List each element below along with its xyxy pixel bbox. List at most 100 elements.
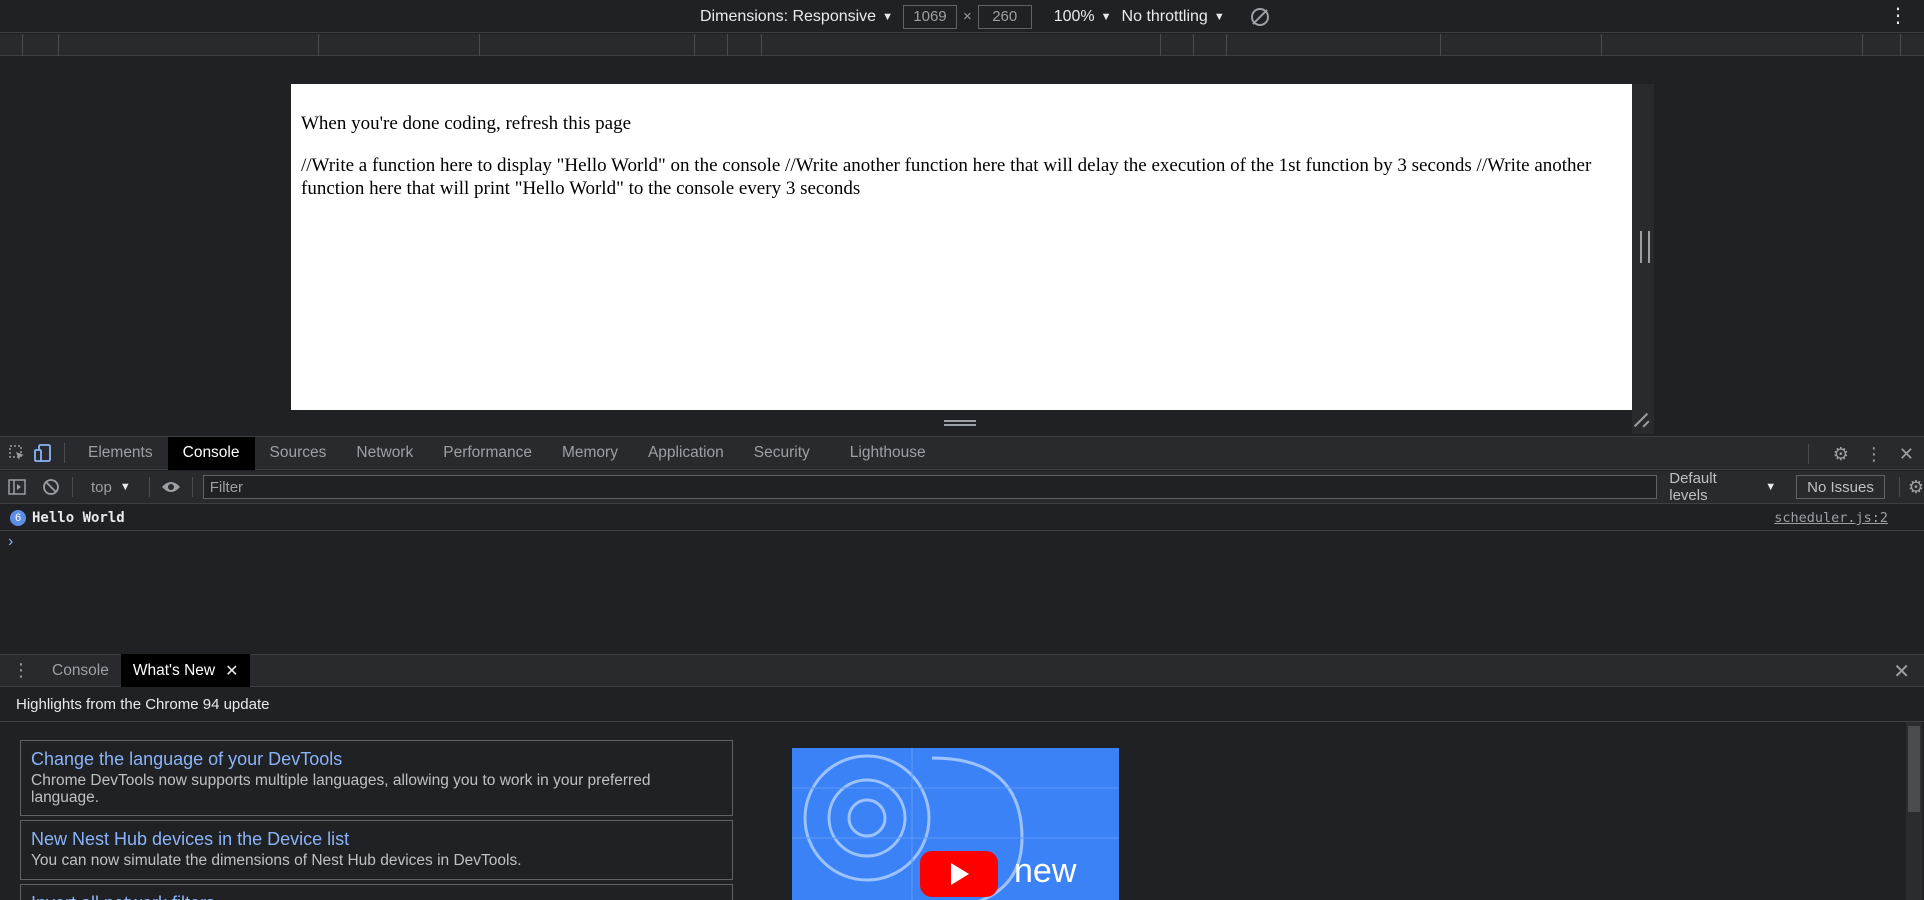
width-input[interactable]: 1069 — [902, 4, 957, 29]
tab-lighthouse[interactable]: Lighthouse — [835, 437, 941, 470]
console-message: 6 Hello World scheduler.js:2 — [0, 505, 1924, 531]
tab-console[interactable]: Console — [167, 436, 255, 470]
zoom-dropdown[interactable]: 100% ▼ — [1054, 8, 1112, 26]
ruler-segment[interactable] — [1193, 34, 1194, 56]
close-devtools-icon[interactable]: ✕ — [1899, 444, 1914, 465]
toolbar-divider — [148, 477, 150, 497]
feature-card-desc: Chrome DevTools now supports multiple la… — [31, 772, 651, 806]
filter-input[interactable]: Filter — [202, 475, 1658, 499]
more-options-icon[interactable]: ⋮ — [1865, 444, 1883, 465]
feature-card-title[interactable]: New Nest Hub devices in the Device list — [31, 828, 722, 850]
youtube-play-icon[interactable] — [920, 851, 998, 897]
ruler-segment[interactable] — [694, 34, 695, 56]
resize-handle-bottom[interactable] — [944, 420, 976, 426]
dimensions-dropdown[interactable]: Dimensions: Responsive ▼ — [700, 8, 893, 26]
video-title-text: new — [1014, 852, 1077, 890]
console-messages: 6 Hello World scheduler.js:2 › — [0, 505, 1924, 653]
toolbar-divider — [1898, 477, 1900, 497]
clear-console-icon[interactable] — [38, 474, 64, 500]
log-levels-label: Default levels — [1669, 470, 1717, 504]
ruler-segment[interactable] — [727, 34, 728, 56]
ruler-segment[interactable] — [1160, 34, 1161, 56]
feature-card-desc: You can now simulate the dimensions of N… — [31, 852, 522, 869]
ruler-segment[interactable] — [1440, 34, 1441, 56]
source-link[interactable]: scheduler.js:2 — [1774, 510, 1888, 526]
scrollbar-thumb[interactable] — [1908, 726, 1920, 812]
tab-sources[interactable]: Sources — [255, 437, 342, 470]
zoom-label: 100% — [1053, 7, 1095, 25]
ruler-segment[interactable] — [479, 34, 480, 56]
toolbar-divider — [1807, 444, 1809, 464]
tab-application[interactable]: Application — [633, 437, 739, 470]
feature-card-title[interactable]: Invert all network filters — [31, 892, 722, 900]
tab-elements[interactable]: Elements — [73, 437, 168, 470]
drawer-tab-console[interactable]: Console — [40, 654, 121, 687]
drawer-menu-icon[interactable]: ⋮ — [12, 660, 30, 681]
ruler-segment[interactable] — [318, 34, 319, 56]
device-toolbar: Dimensions: Responsive ▼ 1069 × 260 100%… — [0, 0, 1924, 33]
context-label: top — [90, 478, 112, 496]
dimension-separator: × — [962, 8, 972, 25]
feature-card[interactable]: New Nest Hub devices in the Device list … — [20, 820, 733, 880]
tab-performance[interactable]: Performance — [428, 437, 547, 470]
device-toolbar-controls: Dimensions: Responsive ▼ 1069 × 260 100%… — [700, 0, 1269, 33]
feature-card[interactable]: Invert all network filters — [20, 884, 733, 900]
devtools-tabbar: Elements Console Sources Network Perform… — [0, 436, 1924, 470]
whats-new-video-thumbnail[interactable]: new — [792, 748, 1119, 900]
ruler-segment[interactable] — [1862, 34, 1863, 56]
throttling-label: No throttling — [1121, 7, 1208, 25]
caret-down-icon: ▼ — [1100, 10, 1112, 23]
toolbar-divider — [64, 443, 65, 463]
feature-card-title[interactable]: Change the language of your DevTools — [31, 748, 722, 770]
whats-new-heading: Highlights from the Chrome 94 update — [0, 688, 1924, 722]
tab-network[interactable]: Network — [341, 437, 428, 470]
inspect-element-icon[interactable] — [4, 440, 30, 466]
drawer-tabbar: ⋮ Console What's New ✕ ✕ — [0, 654, 1924, 687]
ruler-segment[interactable] — [1226, 34, 1227, 56]
caret-down-icon: ▼ — [882, 10, 893, 23]
issues-button[interactable]: No Issues — [1796, 475, 1885, 499]
more-options-icon[interactable]: ⋮ — [1888, 6, 1908, 26]
caret-down-icon: ▼ — [119, 481, 131, 493]
feature-card[interactable]: Change the language of your DevTools Chr… — [20, 740, 733, 816]
emulated-page: When you're done coding, refresh this pa… — [291, 84, 1632, 410]
device-toggle-icon[interactable] — [30, 440, 56, 466]
context-selector[interactable]: top ▼ — [81, 479, 141, 496]
drawer-tab-label: What's New — [132, 661, 216, 679]
close-tab-icon[interactable]: ✕ — [225, 661, 238, 681]
ruler-segment[interactable] — [1601, 34, 1602, 56]
resize-handle-right[interactable] — [1632, 84, 1654, 434]
close-drawer-icon[interactable]: ✕ — [1893, 659, 1910, 684]
tab-security[interactable]: Security — [739, 437, 825, 470]
rotate-icon[interactable] — [1250, 7, 1269, 26]
drawer-tab-whats-new[interactable]: What's New ✕ — [120, 654, 251, 687]
page-instruction: When you're done coding, refresh this pa… — [301, 113, 632, 134]
page-comments: //Write a function here to display "Hell… — [301, 155, 1592, 199]
caret-down-icon: ▼ — [1213, 10, 1225, 23]
ruler-segment[interactable] — [22, 34, 23, 56]
settings-gear-icon[interactable]: ⚙ — [1833, 444, 1849, 465]
sidebar-toggle-icon[interactable] — [4, 474, 30, 500]
console-prompt-chevron-icon[interactable]: › — [8, 533, 13, 551]
toolbar-divider — [191, 477, 193, 497]
dimensions-label: Dimensions: Responsive — [700, 7, 877, 25]
repeat-count-badge: 6 — [10, 509, 26, 526]
console-toolbar: top ▼ Filter Default levels ▼ No Issues … — [0, 470, 1924, 504]
console-settings-gear-icon[interactable]: ⚙ — [1908, 477, 1924, 498]
resize-handle-corner[interactable] — [1634, 412, 1650, 428]
ruler-segment[interactable] — [1900, 34, 1901, 56]
drawer-scrollbar[interactable] — [1906, 722, 1922, 900]
caret-down-icon: ▼ — [1765, 481, 1777, 493]
throttling-dropdown[interactable]: No throttling ▼ — [1122, 8, 1225, 26]
height-input[interactable]: 260 — [977, 4, 1032, 29]
emulated-viewport-area: When you're done coding, refresh this pa… — [0, 56, 1924, 436]
live-expression-eye-icon[interactable] — [158, 474, 184, 500]
ruler-segment[interactable] — [761, 34, 762, 56]
media-query-ruler — [0, 34, 1924, 56]
log-levels-dropdown[interactable]: Default levels ▼ — [1669, 470, 1776, 504]
tab-memory[interactable]: Memory — [547, 437, 633, 470]
toolbar-divider — [71, 477, 73, 497]
whats-new-content: Change the language of your DevTools Chr… — [0, 722, 1924, 900]
devtools-right-tools: ⚙ ⋮ ✕ — [1800, 437, 1914, 471]
ruler-segment[interactable] — [58, 34, 59, 56]
